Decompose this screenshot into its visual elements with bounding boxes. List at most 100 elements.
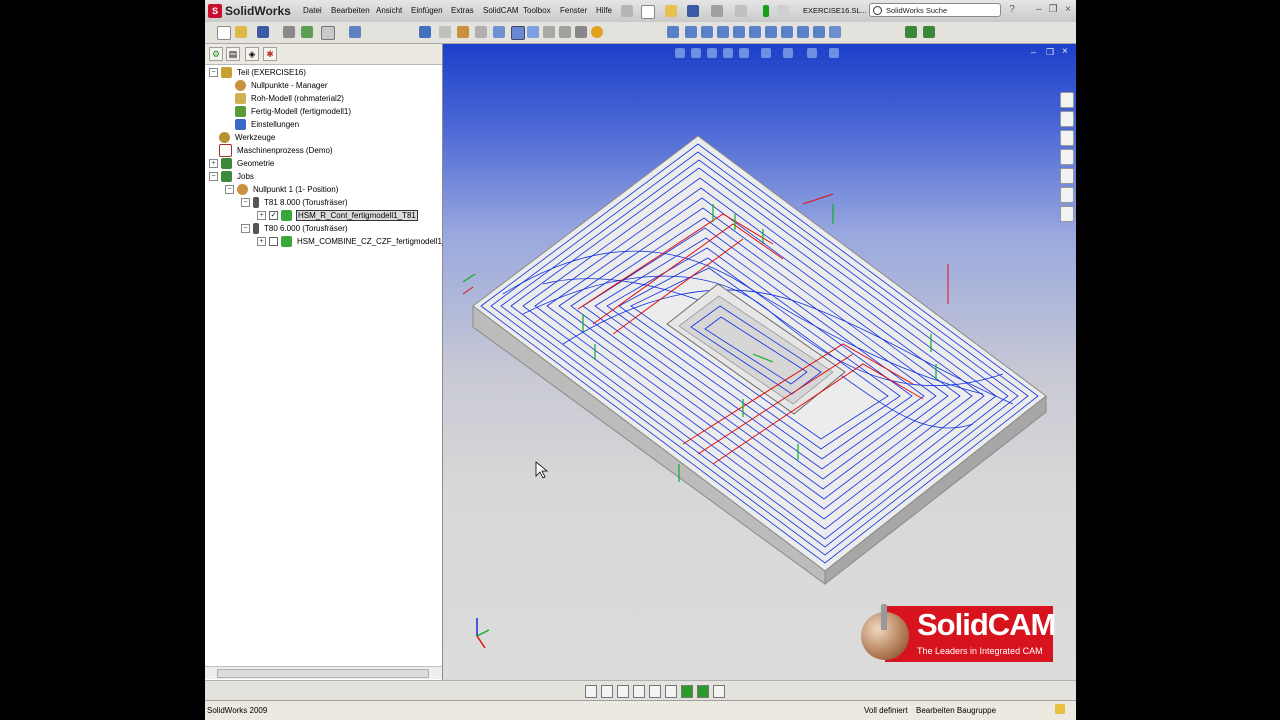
tree-item-maschinenprozess[interactable]: Maschinenprozess (Demo): [219, 144, 334, 157]
undo-icon[interactable]: [735, 5, 747, 17]
menu-extras[interactable]: Extras: [451, 6, 474, 15]
open-document-icon[interactable]: [235, 26, 247, 38]
new-document-icon[interactable]: [217, 26, 231, 40]
tree-item-nullpunkte[interactable]: Nullpunkte - Manager: [235, 79, 328, 92]
view-palette-tab-icon[interactable]: [1060, 168, 1074, 184]
file-explorer-tab-icon[interactable]: [1060, 130, 1074, 146]
tree-item-einstellungen[interactable]: Einstellungen: [235, 118, 300, 131]
collapse-icon[interactable]: −: [225, 185, 234, 194]
calc-icon[interactable]: [685, 26, 697, 38]
select-arrow-icon[interactable]: [321, 26, 335, 40]
save-icon[interactable]: [687, 5, 699, 17]
sim-first-icon[interactable]: [585, 685, 597, 698]
zoom-area-icon[interactable]: [691, 48, 701, 58]
property-manager-tab-icon[interactable]: ▤: [226, 47, 240, 61]
tree-item-fertig-modell[interactable]: Fertig-Modell (fertigmodell1): [235, 105, 352, 118]
operation-checkbox[interactable]: [269, 237, 278, 246]
viewport-close-icon[interactable]: ×: [1062, 46, 1068, 57]
custom-properties-tab-icon[interactable]: [1060, 206, 1074, 222]
simulate-icon[interactable]: [701, 26, 713, 38]
tree-item-t80[interactable]: − T80 6.000 (Torusfräser): [241, 222, 349, 235]
tree-root[interactable]: − Teil (EXERCISE16): [209, 66, 307, 79]
section-view-icon[interactable]: [543, 26, 555, 38]
viewport-restore-icon[interactable]: ❐: [1046, 47, 1054, 58]
tree-item-t81[interactable]: − T81 8.000 (Torusfräser): [241, 196, 349, 209]
menu-einfuegen[interactable]: Einfügen: [411, 6, 443, 15]
previous-view-icon[interactable]: [707, 48, 717, 58]
tree-item-werkzeuge[interactable]: Werkzeuge: [219, 131, 276, 144]
cam-help-icon[interactable]: [923, 26, 935, 38]
view-settings-icon[interactable]: [559, 26, 571, 38]
display-style-icon[interactable]: [527, 26, 539, 38]
configuration-tab-icon[interactable]: ◈: [245, 47, 259, 61]
measure-icon[interactable]: [829, 26, 841, 38]
sim-verify-icon[interactable]: [697, 685, 709, 698]
scrollbar-thumb[interactable]: [217, 669, 429, 678]
collapse-icon[interactable]: −: [241, 198, 250, 207]
view-orientation-icon[interactable]: [511, 26, 525, 40]
tree-item-hsm-combine[interactable]: + HSM_COMBINE_CZ_CZF_fertigmodell1_T80: [257, 235, 461, 248]
solidcam-tool-icon[interactable]: [419, 26, 431, 38]
solidcam-job-icon[interactable]: [457, 26, 469, 38]
rebuild-icon[interactable]: [763, 5, 769, 17]
save-document-icon[interactable]: [257, 26, 269, 38]
solidcam-sim-icon[interactable]: [475, 26, 487, 38]
graphics-viewport[interactable]: – ❐ × SolidCAM The Leaders in Integrated…: [443, 44, 1076, 680]
menu-solidcam[interactable]: SolidCAM: [483, 6, 519, 15]
collapse-icon[interactable]: −: [209, 172, 218, 181]
rebuild-model-icon[interactable]: [301, 26, 313, 38]
expand-icon[interactable]: +: [257, 237, 266, 246]
display-mode-icon[interactable]: [761, 48, 771, 58]
sim-settings-icon[interactable]: [713, 685, 725, 698]
menu-datei[interactable]: Datei: [303, 6, 322, 15]
menu-toolbox[interactable]: Toolbox: [523, 6, 551, 15]
tree-item-roh-modell[interactable]: Roh-Modell (rohmaterial2): [235, 92, 345, 105]
section-icon[interactable]: [723, 48, 733, 58]
search-tab-icon[interactable]: [1060, 149, 1074, 165]
new-file-icon[interactable]: [641, 5, 655, 19]
search-input[interactable]: SolidWorks Suche: [869, 3, 1001, 17]
sim-play-icon[interactable]: [633, 685, 645, 698]
design-library-tab-icon[interactable]: [1060, 111, 1074, 127]
expand-icon[interactable]: +: [209, 159, 218, 168]
tree-item-geometrie[interactable]: + Geometrie: [209, 157, 275, 170]
zoom-fit-icon[interactable]: [493, 26, 505, 38]
scene-icon[interactable]: [807, 48, 817, 58]
viewport-minimize-icon[interactable]: –: [1031, 47, 1036, 57]
view-settings-icon[interactable]: [829, 48, 839, 58]
sim-prev-icon[interactable]: [601, 685, 613, 698]
menu-ansicht[interactable]: Ansicht: [376, 6, 402, 15]
feature-tree-tab-icon[interactable]: ⚙: [209, 47, 223, 61]
restore-icon[interactable]: ❐: [1047, 4, 1059, 16]
gcode-icon[interactable]: [667, 26, 679, 38]
machine-icon[interactable]: [733, 26, 745, 38]
help-icon[interactable]: ?: [1006, 4, 1018, 16]
menu-fenster[interactable]: Fenster: [560, 6, 587, 15]
target-icon[interactable]: [765, 26, 777, 38]
stock-icon[interactable]: [749, 26, 761, 38]
tree-item-nullpunkt-1[interactable]: − Nullpunkt 1 (1- Position): [225, 183, 339, 196]
zoom-to-fit-icon[interactable]: [675, 48, 685, 58]
menu-hilfe[interactable]: Hilfe: [596, 6, 612, 15]
solidcam-tab-icon[interactable]: ✱: [263, 47, 277, 61]
hide-show-icon[interactable]: [575, 26, 587, 38]
print-icon[interactable]: [711, 5, 723, 17]
rebuild-status-icon[interactable]: [1055, 704, 1065, 714]
tree-item-hsm-r-cont[interactable]: + ✓ HSM_R_Cont_fertigmodell1_T81: [257, 209, 418, 222]
menu-bearbeiten[interactable]: Bearbeiten: [331, 6, 370, 15]
sim-next-icon[interactable]: [649, 685, 661, 698]
sim-run-icon[interactable]: [681, 685, 693, 698]
horizontal-scrollbar[interactable]: [205, 666, 442, 679]
close-icon[interactable]: ×: [1062, 4, 1074, 16]
open-folder-icon[interactable]: [665, 5, 677, 17]
sim-step-icon[interactable]: [617, 685, 629, 698]
file-properties-icon[interactable]: [777, 5, 789, 17]
toolpath-icon[interactable]: [717, 26, 729, 38]
appearances-tab-icon[interactable]: [1060, 187, 1074, 203]
solidcam-op-icon[interactable]: [439, 26, 451, 38]
minimize-icon[interactable]: –: [1033, 4, 1045, 16]
resources-tab-icon[interactable]: [1060, 92, 1074, 108]
operation-checkbox[interactable]: ✓: [269, 211, 278, 220]
sketch-icon[interactable]: [349, 26, 361, 38]
appearance-icon[interactable]: [591, 26, 603, 38]
